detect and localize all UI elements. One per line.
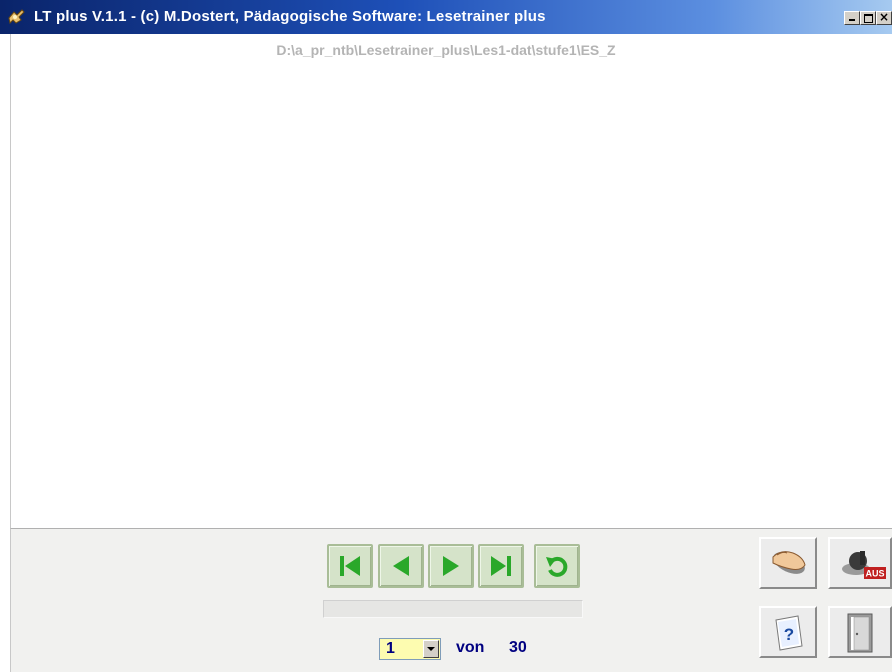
progress-bar (323, 600, 583, 618)
title-bar[interactable]: LT plus V.1.1 - (c) M.Dostert, Pädagogis… (0, 0, 892, 34)
reset-button[interactable] (534, 544, 580, 588)
help-button[interactable]: ? (759, 606, 817, 658)
mouse-mode-button[interactable] (759, 537, 817, 589)
current-page-value: 1 (386, 640, 395, 657)
app-icon[interactable] (6, 8, 26, 26)
next-page-button[interactable] (428, 544, 474, 588)
close-button[interactable]: × (876, 11, 892, 25)
sound-off-icon: AUS (842, 551, 886, 579)
von-label: von (456, 639, 485, 656)
aus-label: AUS (865, 569, 884, 579)
maximize-button[interactable] (860, 11, 876, 25)
last-page-icon (491, 556, 511, 576)
total-pages-label: 30 (509, 639, 527, 656)
first-page-button[interactable] (327, 544, 373, 588)
minimize-button[interactable] (844, 11, 860, 25)
previous-page-button[interactable] (378, 544, 424, 588)
sound-off-button[interactable]: AUS (828, 537, 892, 589)
chevron-down-icon[interactable] (423, 640, 439, 658)
mouse-hand-icon (772, 551, 806, 574)
reset-icon (546, 556, 568, 577)
first-page-icon (340, 556, 360, 576)
page-select[interactable]: 1 (379, 638, 441, 660)
svg-text:?: ? (784, 625, 794, 644)
window-title: LT plus V.1.1 - (c) M.Dostert, Pädagogis… (34, 8, 546, 25)
reading-area (10, 34, 892, 528)
file-path-label: D:\a_pr_ntb\Lesetrainer_plus\Les1-dat\st… (276, 42, 616, 58)
exit-button[interactable] (828, 606, 892, 658)
next-page-icon (443, 556, 459, 576)
last-page-button[interactable] (478, 544, 524, 588)
help-icon: ? (775, 615, 803, 651)
previous-page-icon (393, 556, 409, 576)
exit-door-icon (847, 613, 873, 653)
